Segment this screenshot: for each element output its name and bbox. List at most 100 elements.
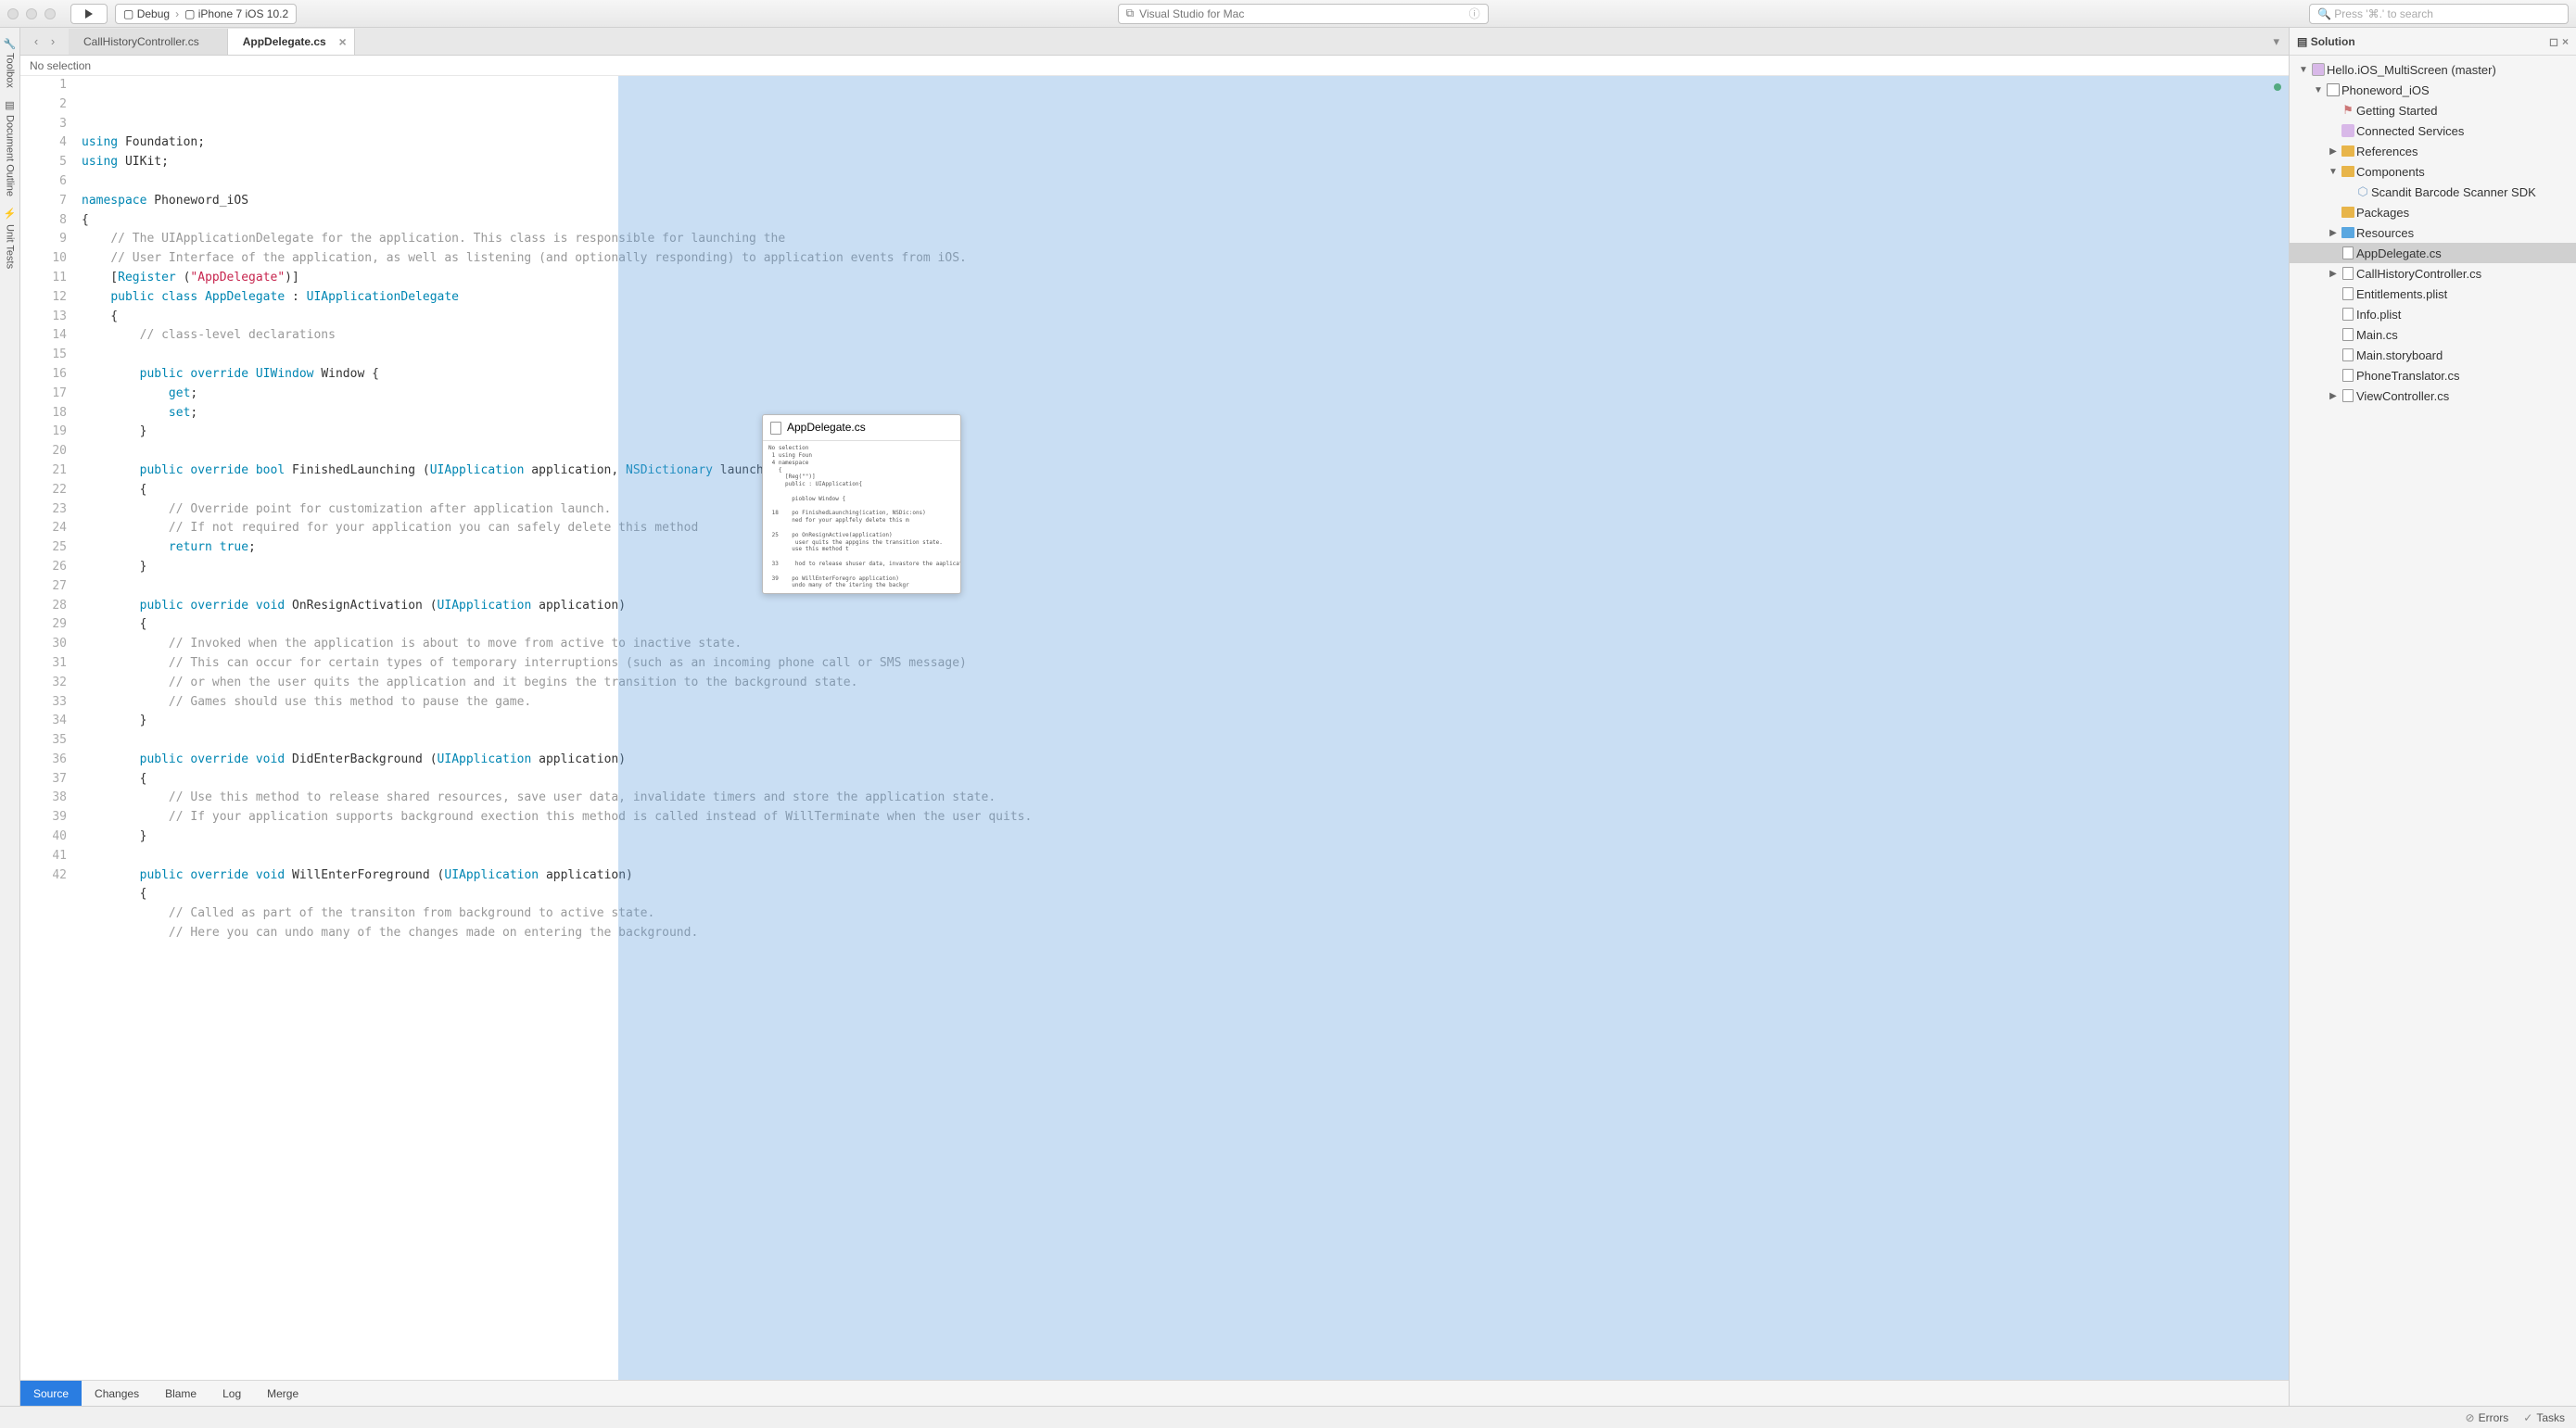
minimize-window-button[interactable] <box>26 8 37 19</box>
code-line[interactable]: public class AppDelegate : UIApplication… <box>76 288 2289 308</box>
nav-back-button[interactable]: ‹ <box>28 33 44 50</box>
bottom-tab-changes[interactable]: Changes <box>82 1381 152 1406</box>
tree-item[interactable]: ▶CallHistoryController.cs <box>2290 263 2576 284</box>
disclosure-icon[interactable]: ▼ <box>2327 167 2340 177</box>
code-line[interactable]: // Override point for customization afte… <box>76 500 2289 520</box>
code-line[interactable]: return true; <box>76 538 2289 558</box>
code-line[interactable]: { <box>76 481 2289 500</box>
unit-tests-tab[interactable]: ⚡Unit Tests <box>2 202 18 274</box>
tree-item[interactable]: Main.storyboard <box>2290 345 2576 365</box>
disclosure-icon[interactable]: ▶ <box>2327 146 2340 157</box>
tree-item[interactable]: Packages <box>2290 202 2576 222</box>
tree-item[interactable]: Info.plist <box>2290 304 2576 324</box>
code-line[interactable]: { <box>76 211 2289 231</box>
code-line[interactable]: public override void OnResignActivation … <box>76 597 2289 616</box>
code-line[interactable] <box>76 847 2289 866</box>
code-line[interactable]: get; <box>76 385 2289 404</box>
item-label: Info.plist <box>2356 308 2401 322</box>
code-line[interactable]: { <box>76 615 2289 635</box>
code-line[interactable]: { <box>76 308 2289 327</box>
error-icon: ⊘ <box>2466 1411 2475 1424</box>
tree-item[interactable]: Connected Services <box>2290 120 2576 141</box>
code-line[interactable] <box>76 442 2289 461</box>
close-tab-icon[interactable]: × <box>339 34 347 49</box>
code-line[interactable]: // If your application supports backgrou… <box>76 808 2289 828</box>
bottom-tab-source[interactable]: Source <box>20 1381 82 1406</box>
breadcrumb[interactable]: No selection <box>20 56 2289 76</box>
tree-item[interactable]: ▼Hello.iOS_MultiScreen (master) <box>2290 59 2576 80</box>
code-line[interactable]: // class-level declarations <box>76 326 2289 346</box>
item-icon <box>2340 207 2356 218</box>
code-line[interactable]: // Called as part of the transiton from … <box>76 904 2289 924</box>
errors-status[interactable]: ⊘ Errors <box>2466 1411 2509 1424</box>
tree-item[interactable]: ⬡Scandit Barcode Scanner SDK <box>2290 182 2576 202</box>
code-line[interactable]: { <box>76 770 2289 790</box>
code-line[interactable]: // If not required for your application … <box>76 519 2289 538</box>
code-line[interactable]: // User Interface of the application, as… <box>76 249 2289 269</box>
tree-item[interactable]: ▶Resources <box>2290 222 2576 243</box>
tree-item[interactable]: ▶ViewController.cs <box>2290 385 2576 406</box>
run-button[interactable] <box>70 4 108 24</box>
code-line[interactable] <box>76 731 2289 751</box>
tree-item[interactable]: Main.cs <box>2290 324 2576 345</box>
tree-item[interactable]: ⚑Getting Started <box>2290 100 2576 120</box>
disclosure-icon[interactable]: ▶ <box>2327 269 2340 279</box>
disclosure-icon[interactable]: ▶ <box>2327 391 2340 401</box>
code-line[interactable]: // Use this method to release shared res… <box>76 789 2289 808</box>
bottom-tab-log[interactable]: Log <box>209 1381 254 1406</box>
tree-item[interactable]: Entitlements.plist <box>2290 284 2576 304</box>
zoom-window-button[interactable] <box>44 8 56 19</box>
tree-item[interactable]: AppDelegate.cs <box>2290 243 2576 263</box>
code-line[interactable]: [Register ("AppDelegate")] <box>76 269 2289 288</box>
code-line[interactable] <box>76 346 2289 365</box>
code-line[interactable]: // or when the user quits the applicatio… <box>76 674 2289 693</box>
code-line[interactable]: public override void DidEnterBackground … <box>76 751 2289 770</box>
code-line[interactable]: { <box>76 885 2289 904</box>
code-line[interactable]: } <box>76 828 2289 847</box>
editor-tab[interactable]: AppDelegate.cs× <box>228 29 355 55</box>
toolbox-tab[interactable]: 🔧Toolbox <box>2 32 18 94</box>
code-editor[interactable]: 1234567891011121314151617181920212223242… <box>20 76 2289 1380</box>
code-line[interactable] <box>76 577 2289 597</box>
code-line[interactable]: // Invoked when the application is about… <box>76 635 2289 654</box>
editor-tab[interactable]: CallHistoryController.cs <box>69 29 228 55</box>
code-line[interactable]: using Foundation; <box>76 133 2289 153</box>
info-icon[interactable]: ⓘ <box>1469 6 1480 21</box>
document-outline-tab[interactable]: ▤Document Outline <box>2 94 18 202</box>
item-icon: ⚑ <box>2340 103 2356 118</box>
code-line[interactable]: } <box>76 712 2289 731</box>
disclosure-icon[interactable]: ▼ <box>2297 65 2310 75</box>
bottom-tab-blame[interactable]: Blame <box>152 1381 209 1406</box>
code-line[interactable]: public override void WillEnterForeground… <box>76 866 2289 886</box>
code-line[interactable]: // Here you can undo many of the changes… <box>76 924 2289 943</box>
disclosure-icon[interactable]: ▶ <box>2327 228 2340 238</box>
code-line[interactable]: public override bool FinishedLaunching (… <box>76 461 2289 481</box>
disclosure-icon[interactable]: ▼ <box>2312 85 2325 95</box>
run-configuration[interactable]: ▢ Debug › ▢ iPhone 7 iOS 10.2 <box>115 4 297 24</box>
tree-item[interactable]: PhoneTranslator.cs <box>2290 365 2576 385</box>
nav-forward-button[interactable]: › <box>44 33 61 50</box>
tree-item[interactable]: ▶References <box>2290 141 2576 161</box>
code-line[interactable]: } <box>76 423 2289 442</box>
code-line[interactable]: public override UIWindow Window { <box>76 365 2289 385</box>
code-line[interactable]: // Games should use this method to pause… <box>76 693 2289 713</box>
close-panel-button[interactable]: × <box>2562 35 2569 48</box>
code-line[interactable]: } <box>76 558 2289 577</box>
code-line[interactable]: set; <box>76 404 2289 423</box>
tree-item[interactable]: ▼Phoneword_iOS <box>2290 80 2576 100</box>
tree-item[interactable]: ▼Components <box>2290 161 2576 182</box>
code-line[interactable]: using UIKit; <box>76 153 2289 172</box>
close-window-button[interactable] <box>7 8 19 19</box>
global-search[interactable]: 🔍 Press '⌘.' to search <box>2309 4 2569 24</box>
tabs-dropdown-button[interactable]: ▾ <box>2267 34 2285 49</box>
code-line[interactable] <box>76 172 2289 192</box>
tasks-status[interactable]: ✓ Tasks <box>2523 1411 2565 1424</box>
dock-button[interactable]: ◻ <box>2549 35 2558 48</box>
solution-tree[interactable]: ▼Hello.iOS_MultiScreen (master)▼Phonewor… <box>2290 56 2576 1406</box>
code-line[interactable]: // This can occur for certain types of t… <box>76 654 2289 674</box>
code-line[interactable]: namespace Phoneword_iOS <box>76 192 2289 211</box>
code-line[interactable]: // The UIApplicationDelegate for the app… <box>76 230 2289 249</box>
code-content[interactable]: using Foundation;using UIKit; namespace … <box>76 76 2289 1380</box>
bottom-tab-merge[interactable]: Merge <box>254 1381 311 1406</box>
device-icon: ▢ <box>123 7 133 20</box>
